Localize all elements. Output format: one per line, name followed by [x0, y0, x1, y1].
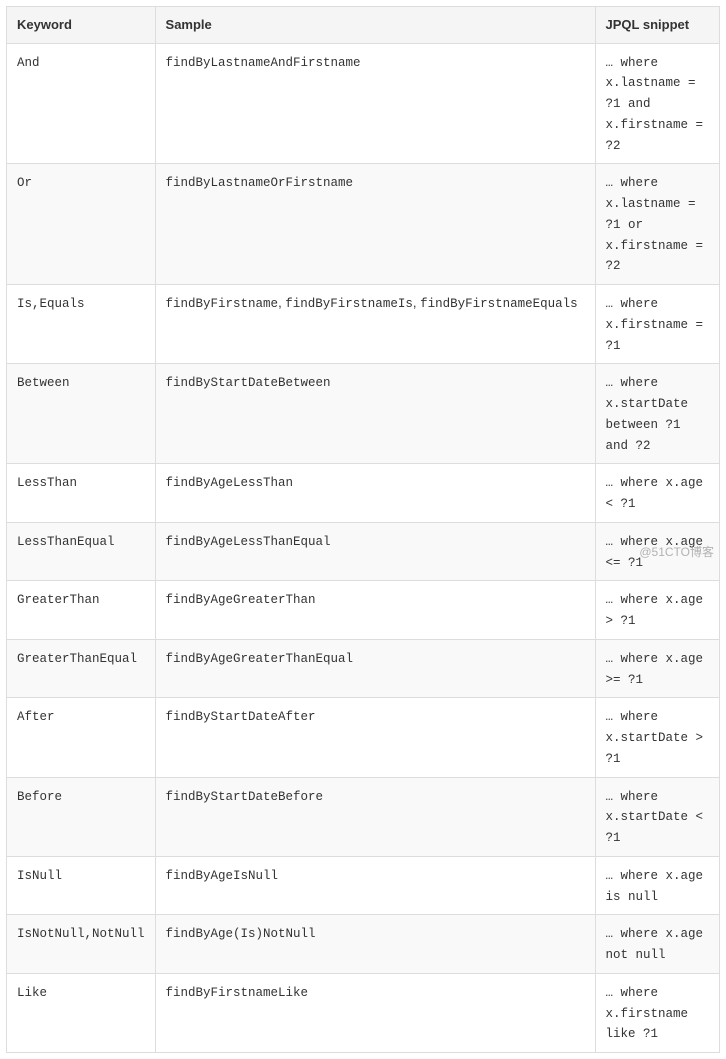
keyword-code: And	[17, 56, 40, 70]
cell-sample: findByStartDateBefore	[155, 777, 595, 856]
cell-snippet: … where x.lastname = ?1 and x.firstname …	[595, 43, 719, 164]
keyword-code: Before	[17, 790, 62, 804]
cell-sample: findByAgeGreaterThan	[155, 581, 595, 640]
sample-code: findByFirstnameLike	[166, 986, 309, 1000]
sample-code: findByAgeLessThan	[166, 476, 294, 490]
cell-snippet: … where x.age >= ?1	[595, 639, 719, 698]
cell-sample: findByLastnameAndFirstname	[155, 43, 595, 164]
cell-snippet: … where x.age not null	[595, 915, 719, 974]
cell-sample: findByAgeGreaterThanEqual	[155, 639, 595, 698]
jpql-keywords-table: Keyword Sample JPQL snippet And findByLas…	[6, 6, 720, 1053]
cell-keyword: IsNotNull,NotNull	[7, 915, 156, 974]
cell-sample: findByLastnameOrFirstname	[155, 164, 595, 285]
table-row: LessThan findByAgeLessThan … where x.age <…	[7, 464, 720, 523]
cell-keyword: LessThanEqual	[7, 522, 156, 581]
cell-sample: findByAgeLessThan	[155, 464, 595, 523]
sample-code: findByFirstnameIs	[285, 297, 413, 311]
cell-keyword: Between	[7, 364, 156, 464]
sample-code: findByAgeGreaterThan	[166, 593, 316, 607]
cell-sample: findByFirstname, findByFirstnameIs, find…	[155, 285, 595, 364]
snippet-code: … where x.firstname = ?1	[606, 297, 704, 353]
keyword-code: Is,Equals	[17, 297, 85, 311]
table-row: IsNotNull,NotNull findByAge(Is)NotNull … w…	[7, 915, 720, 974]
snippet-code: … where x.age is null	[606, 869, 704, 904]
keyword-code: Like	[17, 986, 47, 1000]
cell-snippet: … where x.age <= ?1	[595, 522, 719, 581]
sample-code: findByStartDateBetween	[166, 376, 331, 390]
header-sample: Sample	[155, 7, 595, 44]
header-keyword: Keyword	[7, 7, 156, 44]
cell-snippet: … where x.startDate between ?1 and ?2	[595, 364, 719, 464]
sample-code: findByAge(Is)NotNull	[166, 927, 316, 941]
snippet-code: … where x.firstname like ?1	[606, 986, 689, 1042]
table-row: Before findByStartDateBefore … where x.sta…	[7, 777, 720, 856]
table-row: Between findByStartDateBetween … where x.s…	[7, 364, 720, 464]
cell-snippet: … where x.startDate < ?1	[595, 777, 719, 856]
sample-code: findByLastnameOrFirstname	[166, 176, 354, 190]
snippet-code: … where x.lastname = ?1 or x.firstname =…	[606, 176, 704, 273]
table-row: After findByStartDateAfter … where x.start…	[7, 698, 720, 777]
cell-sample: findByFirstnameLike	[155, 973, 595, 1052]
cell-snippet: … where x.age > ?1	[595, 581, 719, 640]
snippet-code: … where x.age < ?1	[606, 476, 704, 511]
keyword-code: GreaterThanEqual	[17, 652, 137, 666]
sample-code: findByAgeLessThanEqual	[166, 535, 331, 549]
table-row: LessThanEqual findByAgeLessThanEqual … whe…	[7, 522, 720, 581]
snippet-code: … where x.age not null	[606, 927, 704, 962]
keyword-code: LessThan	[17, 476, 77, 490]
cell-sample: findByStartDateAfter	[155, 698, 595, 777]
keyword-code: After	[17, 710, 55, 724]
cell-keyword: Like	[7, 973, 156, 1052]
snippet-code: … where x.startDate > ?1	[606, 710, 704, 766]
header-snippet: JPQL snippet	[595, 7, 719, 44]
sample-code: findByLastnameAndFirstname	[166, 56, 361, 70]
keyword-code: Between	[17, 376, 70, 390]
cell-sample: findByAgeLessThanEqual	[155, 522, 595, 581]
header-row: Keyword Sample JPQL snippet	[7, 7, 720, 44]
cell-snippet: … where x.age < ?1	[595, 464, 719, 523]
cell-snippet: … where x.firstname = ?1	[595, 285, 719, 364]
cell-snippet: … where x.lastname = ?1 or x.firstname =…	[595, 164, 719, 285]
sample-code: findByFirstname	[166, 297, 279, 311]
table-row: GreaterThan findByAgeGreaterThan … where x…	[7, 581, 720, 640]
keyword-code: GreaterThan	[17, 593, 100, 607]
cell-keyword: Or	[7, 164, 156, 285]
keyword-code: IsNotNull,NotNull	[17, 927, 145, 941]
table-row: And findByLastnameAndFirstname … where x.l…	[7, 43, 720, 164]
keyword-code: IsNull	[17, 869, 62, 883]
cell-keyword: LessThan	[7, 464, 156, 523]
snippet-code: … where x.startDate < ?1	[606, 790, 704, 846]
cell-keyword: IsNull	[7, 856, 156, 915]
keyword-code: Or	[17, 176, 32, 190]
cell-keyword: GreaterThan	[7, 581, 156, 640]
cell-keyword: And	[7, 43, 156, 164]
snippet-code: … where x.age >= ?1	[606, 652, 704, 687]
cell-snippet: … where x.firstname like ?1	[595, 973, 719, 1052]
snippet-code: … where x.age <= ?1	[606, 535, 704, 570]
table-row: GreaterThanEqual findByAgeGreaterThanEqua…	[7, 639, 720, 698]
snippet-code: … where x.lastname = ?1 and x.firstname …	[606, 56, 704, 153]
table-row: Like findByFirstnameLike … where x.firstna…	[7, 973, 720, 1052]
cell-keyword: GreaterThanEqual	[7, 639, 156, 698]
cell-snippet: … where x.startDate > ?1	[595, 698, 719, 777]
snippet-code: … where x.startDate between ?1 and ?2	[606, 376, 689, 452]
table-row: Is,Equals findByFirstname, findByFirstnam…	[7, 285, 720, 364]
table-row: IsNull findByAgeIsNull … where x.age is nu…	[7, 856, 720, 915]
cell-keyword: Before	[7, 777, 156, 856]
table-row: Or findByLastnameOrFirstname … where x.las…	[7, 164, 720, 285]
snippet-code: … where x.age > ?1	[606, 593, 704, 628]
keyword-code: LessThanEqual	[17, 535, 115, 549]
sample-code: findByAgeGreaterThanEqual	[166, 652, 354, 666]
cell-sample: findByAgeIsNull	[155, 856, 595, 915]
sample-code: findByStartDateBefore	[166, 790, 324, 804]
cell-sample: findByStartDateBetween	[155, 364, 595, 464]
cell-sample: findByAge(Is)NotNull	[155, 915, 595, 974]
sample-code: findByAgeIsNull	[166, 869, 279, 883]
sample-code: findByStartDateAfter	[166, 710, 316, 724]
cell-snippet: … where x.age is null	[595, 856, 719, 915]
cell-keyword: After	[7, 698, 156, 777]
sample-code: findByFirstnameEquals	[420, 297, 578, 311]
cell-keyword: Is,Equals	[7, 285, 156, 364]
